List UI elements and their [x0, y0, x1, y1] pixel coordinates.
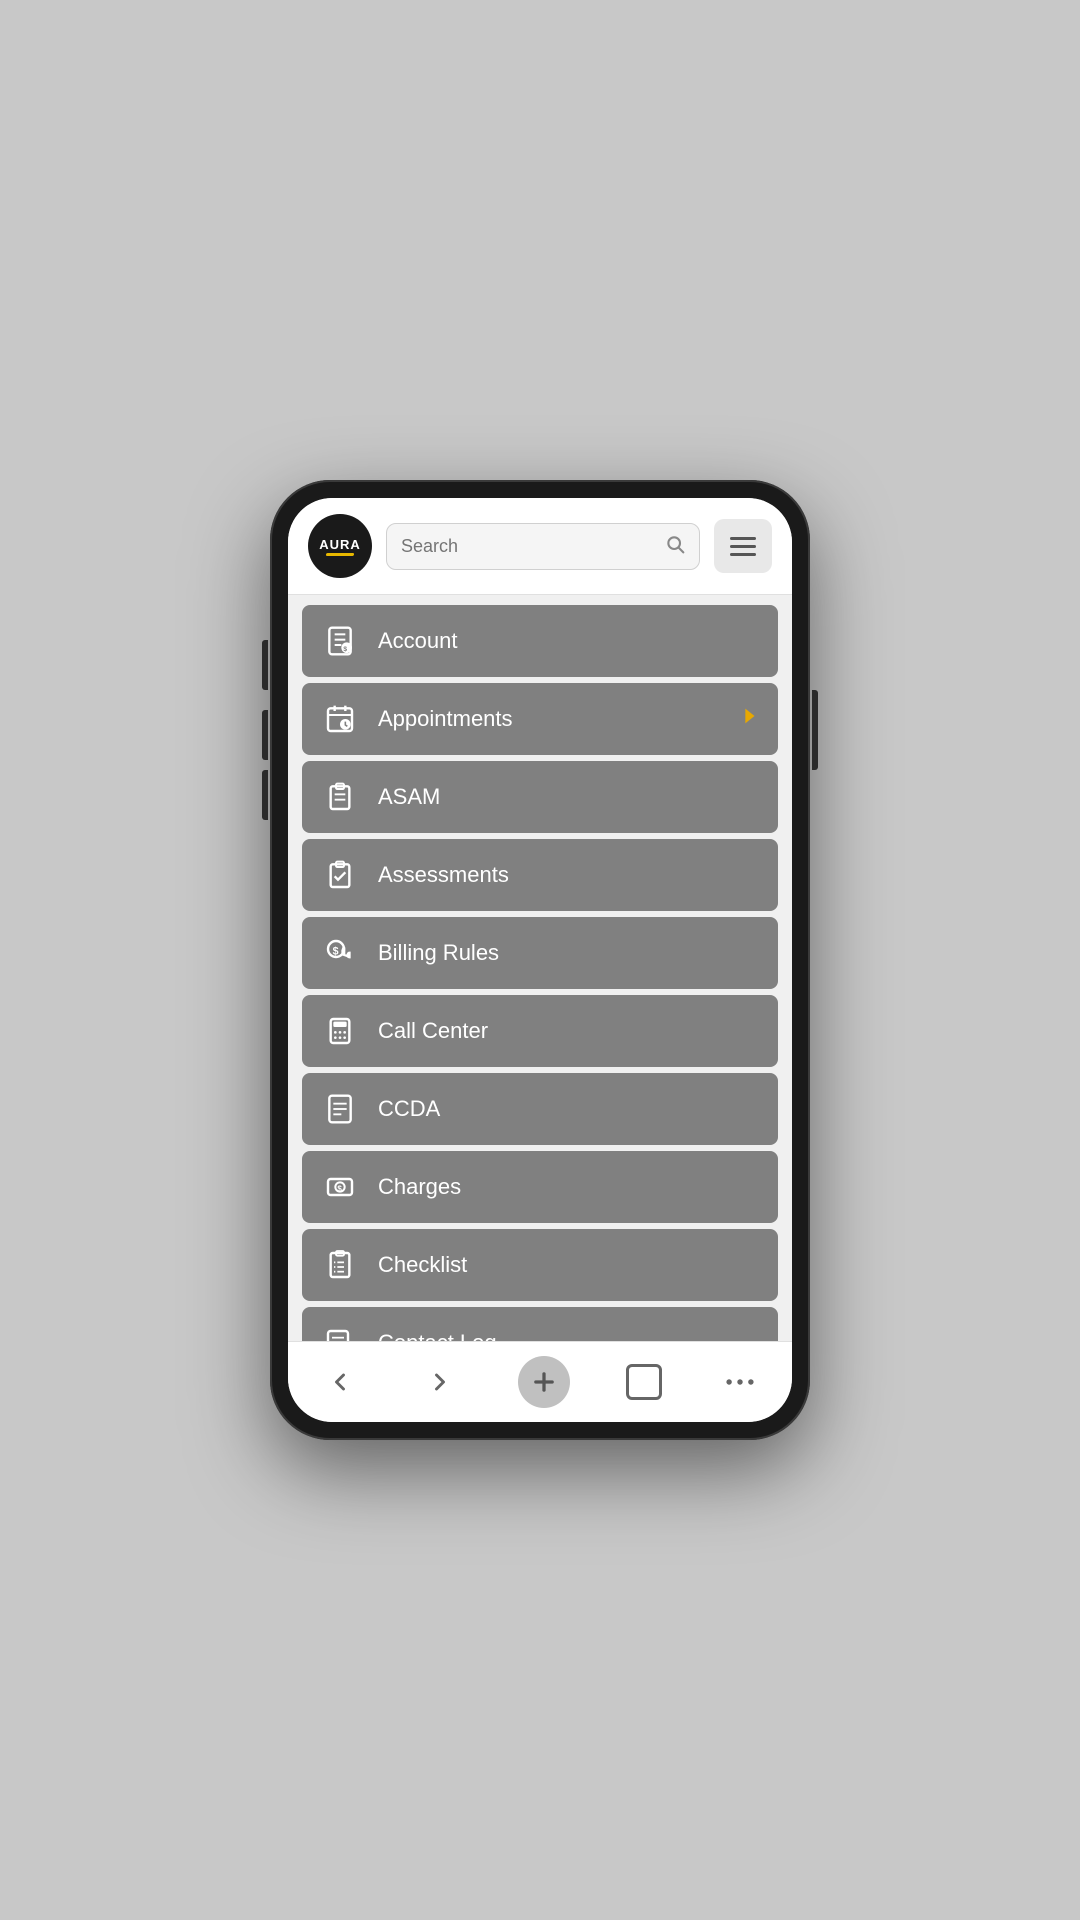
menu-item-label-asam: ASAM	[378, 784, 440, 810]
menu-item-checklist[interactable]: Checklist	[302, 1229, 778, 1301]
menu-item-assessments[interactable]: Assessments	[302, 839, 778, 911]
forward-button[interactable]	[418, 1360, 462, 1404]
phone-frame: AURA $ Account Appointments	[270, 480, 810, 1440]
charges-icon: $	[320, 1167, 360, 1207]
menu-item-label-assessments: Assessments	[378, 862, 509, 888]
menu-item-charges[interactable]: $ Charges	[302, 1151, 778, 1223]
search-bar[interactable]	[386, 523, 700, 570]
menu-item-label-account: Account	[378, 628, 458, 654]
menu-item-contact-log[interactable]: Contact Log	[302, 1307, 778, 1341]
add-button[interactable]	[518, 1356, 570, 1408]
logo-underline	[326, 553, 355, 556]
call-center-icon	[320, 1011, 360, 1051]
checklist-icon	[320, 1245, 360, 1285]
back-button[interactable]	[318, 1360, 362, 1404]
appointments-icon	[320, 699, 360, 739]
menu-line-1	[730, 537, 756, 540]
svg-text:$: $	[337, 1185, 342, 1194]
svg-text:$: $	[343, 646, 347, 653]
header: AURA	[288, 498, 792, 595]
menu-item-billing-rules[interactable]: $ Billing Rules	[302, 917, 778, 989]
menu-item-label-contact-log: Contact Log	[378, 1330, 497, 1341]
menu-button[interactable]	[714, 519, 772, 573]
menu-item-account[interactable]: $ Account	[302, 605, 778, 677]
account-icon: $	[320, 621, 360, 661]
menu-item-asam[interactable]: ASAM	[302, 761, 778, 833]
menu-item-label-checklist: Checklist	[378, 1252, 467, 1278]
menu-list: $ Account Appointments ASAM Assessments $ Bill…	[288, 595, 792, 1341]
contact-log-icon	[320, 1323, 360, 1341]
menu-item-label-appointments: Appointments	[378, 706, 513, 732]
square-button[interactable]	[626, 1364, 662, 1400]
logo-text: AURA	[319, 537, 361, 552]
bottom-nav	[288, 1341, 792, 1422]
menu-item-label-billing-rules: Billing Rules	[378, 940, 499, 966]
search-input[interactable]	[401, 536, 657, 557]
menu-line-3	[730, 553, 756, 556]
assessments-icon	[320, 855, 360, 895]
billing-rules-icon: $	[320, 933, 360, 973]
menu-item-appointments[interactable]: Appointments	[302, 683, 778, 755]
more-button[interactable]	[718, 1369, 762, 1395]
search-icon	[665, 534, 685, 559]
app-logo: AURA	[308, 514, 372, 578]
menu-item-label-charges: Charges	[378, 1174, 461, 1200]
menu-item-label-ccda: CCDA	[378, 1096, 440, 1122]
svg-text:$: $	[333, 945, 339, 957]
menu-item-label-call-center: Call Center	[378, 1018, 488, 1044]
asam-icon	[320, 777, 360, 817]
ccda-icon	[320, 1089, 360, 1129]
menu-item-call-center[interactable]: Call Center	[302, 995, 778, 1067]
menu-line-2	[730, 545, 756, 548]
menu-item-arrow-appointments	[738, 705, 760, 733]
menu-item-ccda[interactable]: CCDA	[302, 1073, 778, 1145]
phone-screen: AURA $ Account Appointments	[288, 498, 792, 1422]
